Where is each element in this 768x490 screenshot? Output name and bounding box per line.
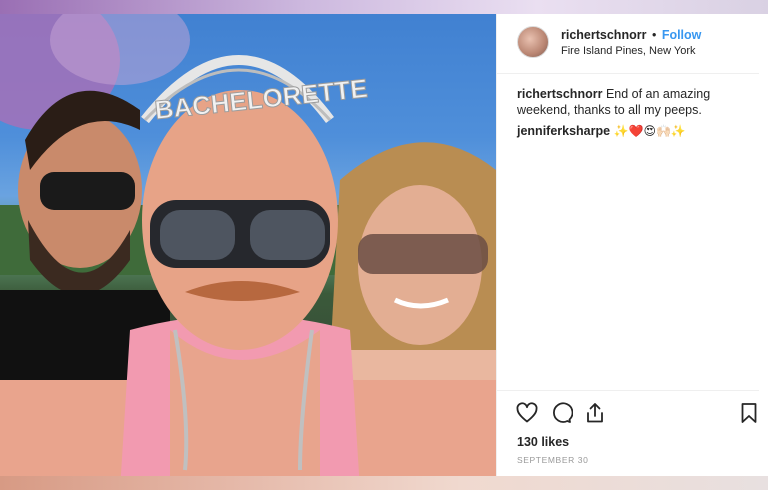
post-date[interactable]: SEPTEMBER 30 <box>517 455 588 465</box>
heart-icon[interactable] <box>515 401 539 425</box>
post-actions: 130 likes SEPTEMBER 30 <box>497 390 759 476</box>
bookmark-icon[interactable] <box>737 401 761 425</box>
comment-username[interactable]: jenniferksharpe <box>517 124 610 138</box>
caption-username[interactable]: richertschnorr <box>517 87 602 101</box>
comment-text: ✨❤️😍🙌🏻✨ <box>613 124 686 138</box>
follow-button[interactable]: Follow <box>662 28 702 42</box>
location-link[interactable]: Fire Island Pines, New York <box>561 45 696 57</box>
username-link[interactable]: richertschnorr <box>561 28 646 42</box>
caption: richertschnorr End of an amazing weekend… <box>517 86 757 118</box>
separator-dot: • <box>651 28 657 42</box>
photo-illustration: BACHELORETTE <box>0 0 496 490</box>
share-icon[interactable] <box>583 401 607 425</box>
comment: jenniferksharpe ✨❤️😍🙌🏻✨ <box>517 123 757 139</box>
likes-count[interactable]: 130 likes <box>517 435 569 449</box>
top-blur-strip <box>0 0 768 14</box>
post-header: richertschnorr • Follow Fire Island Pine… <box>497 14 759 74</box>
bottom-blur-strip <box>0 476 768 490</box>
avatar[interactable] <box>517 26 549 58</box>
post-photo[interactable]: BACHELORETTE <box>0 0 496 490</box>
post-side-panel: richertschnorr • Follow Fire Island Pine… <box>496 14 768 476</box>
user-line: richertschnorr • Follow <box>561 28 701 42</box>
comments-section: richertschnorr End of an amazing weekend… <box>517 86 757 144</box>
comment-icon[interactable] <box>549 401 574 425</box>
